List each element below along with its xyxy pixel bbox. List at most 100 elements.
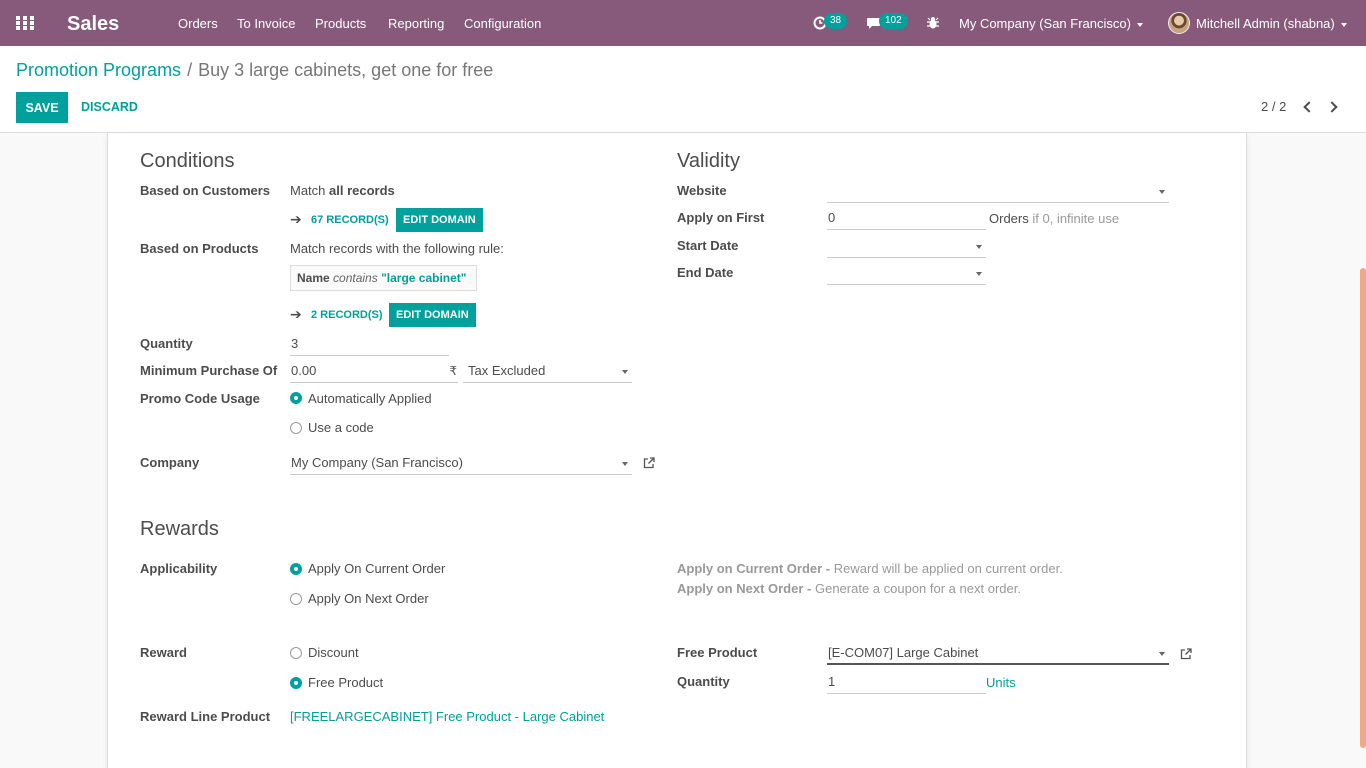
minimum-purchase-input[interactable]: 0.00 ₹ [290,360,458,383]
quantity-label: Quantity [140,336,193,351]
chevron-down-icon [622,462,628,466]
avatar[interactable] [1168,12,1190,34]
rule-field: Name [297,271,330,285]
external-link-icon[interactable] [643,457,655,469]
customers-domain-text: Match all records [290,183,395,198]
free-product-value: [E-COM07] Large Cabinet [828,645,979,660]
arrow-right-icon: ➔ [290,211,302,227]
radio-apply-next-order[interactable] [290,593,302,605]
chevron-down-icon [622,370,628,374]
external-link-icon[interactable] [1180,648,1192,660]
validity-title: Validity [677,150,740,172]
debug-bug-icon[interactable] [926,16,940,30]
customers-match-prefix: Match [290,183,326,198]
company-switcher[interactable]: My Company (San Francisco) [959,0,1143,46]
breadcrumb-separator: / [187,60,193,80]
option-apply-current-order[interactable]: Apply On Current Order [308,561,445,576]
chevron-down-icon [976,245,982,249]
products-edit-domain-button[interactable]: EDIT DOMAIN [389,303,476,327]
reward-label: Reward [140,645,187,660]
reward-quantity-unit[interactable]: Units [986,675,1016,690]
quantity-input[interactable]: 3 [290,333,449,356]
start-date-label: Start Date [677,238,739,253]
breadcrumb: Promotion Programs / Buy 3 large cabinets,… [16,60,493,81]
radio-apply-current-order[interactable] [290,563,302,575]
help-current-desc: Reward will be applied on current order. [833,561,1063,576]
apply-on-first-suffix: Orders if 0, infinite use [989,211,1119,226]
top-navbar: Sales Orders To Invoice Products Reporti… [0,0,1366,46]
company-dropdown-icon [1136,22,1143,27]
radio-discount[interactable] [290,647,302,659]
radio-automatically-applied[interactable] [290,392,302,404]
menu-orders[interactable]: Orders [178,0,218,46]
reward-line-product-link[interactable]: [FREELARGECABINET] Free Product - Large … [290,709,604,724]
save-button[interactable]: SAVE [16,92,68,123]
scrollbar[interactable] [1360,268,1366,748]
infinite-use-hint: if 0, infinite use [1032,211,1120,226]
products-records-link[interactable]: 2 RECORD(S) [311,309,383,321]
apps-grid-icon[interactable] [16,16,34,30]
user-dropdown-icon [1340,22,1347,27]
website-select[interactable] [827,180,1169,203]
arrow-right-icon: ➔ [290,306,302,322]
menu-reporting[interactable]: Reporting [388,0,444,46]
menu-to-invoice[interactable]: To Invoice [237,0,296,46]
apply-on-first-input[interactable]: 0 [827,207,986,230]
help-next-desc: Generate a coupon for a next order. [814,581,1021,596]
tax-mode-select[interactable]: Tax Excluded [463,360,632,383]
based-on-customers-label: Based on Customers [140,183,271,198]
website-label: Website [677,183,727,198]
pager-previous-icon[interactable] [1303,101,1315,113]
reward-quantity-label: Quantity [677,674,730,689]
radio-free-product[interactable] [290,677,302,689]
pager-next-icon[interactable] [1326,101,1338,113]
menu-configuration[interactable]: Configuration [464,0,541,46]
products-domain-rule: Name contains "large cabinet" [290,265,477,291]
orders-suffix: Orders [989,211,1029,226]
user-name: Mitchell Admin (shabna) [1196,16,1335,31]
end-date-label: End Date [677,265,734,280]
company-select[interactable]: My Company (San Francisco) [290,452,632,475]
option-free-product[interactable]: Free Product [308,675,383,690]
user-menu[interactable]: Mitchell Admin (shabna) [1196,0,1347,46]
minimum-purchase-value: 0.00 [291,363,317,378]
free-product-select[interactable]: [E-COM07] Large Cabinet [827,642,1169,665]
app-title[interactable]: Sales [67,0,119,48]
rule-operator: contains [333,271,378,285]
page-title: Buy 3 large cabinets, get one for free [198,60,494,80]
company-label: Company [140,455,200,470]
applicability-label: Applicability [140,561,218,576]
start-date-input[interactable] [827,235,986,258]
based-on-products-label: Based on Products [140,241,259,256]
end-date-input[interactable] [827,262,986,285]
apply-on-first-label: Apply on First [677,210,765,225]
discard-button[interactable]: DISCARD [81,92,138,123]
chevron-down-icon [1159,190,1165,194]
customers-records-link[interactable]: 67 RECORD(S) [311,214,389,226]
option-automatically-applied[interactable]: Automatically Applied [308,391,432,406]
help-next-order: Apply on Next Order - Generate a coupon … [677,581,1021,596]
breadcrumb-parent[interactable]: Promotion Programs [16,60,181,80]
free-product-label: Free Product [677,645,758,660]
help-next-term: Apply on Next Order - [677,581,812,596]
company-value: My Company (San Francisco) [291,455,463,470]
customers-edit-domain-button[interactable]: EDIT DOMAIN [396,208,483,232]
chevron-down-icon [1159,652,1165,656]
currency-symbol: ₹ [449,364,457,378]
reward-quantity-input[interactable]: 1 [827,671,986,694]
control-panel: Promotion Programs / Buy 3 large cabinets,… [0,46,1366,133]
option-use-a-code[interactable]: Use a code [308,420,374,435]
option-apply-next-order[interactable]: Apply On Next Order [308,591,429,606]
message-count-badge: 102 [879,13,908,29]
menu-products[interactable]: Products [315,0,366,46]
help-current-term: Apply on Current Order - [677,561,831,576]
minimum-purchase-label: Minimum Purchase Of [140,363,278,378]
option-discount[interactable]: Discount [308,645,359,660]
pager-value: 2 / 2 [1261,99,1287,114]
promo-code-usage-label: Promo Code Usage [140,391,260,406]
conditions-title: Conditions [140,150,235,172]
chevron-down-icon [976,272,982,276]
rewards-title: Rewards [140,518,219,540]
company-name: My Company (San Francisco) [959,16,1131,31]
radio-use-a-code[interactable] [290,422,302,434]
